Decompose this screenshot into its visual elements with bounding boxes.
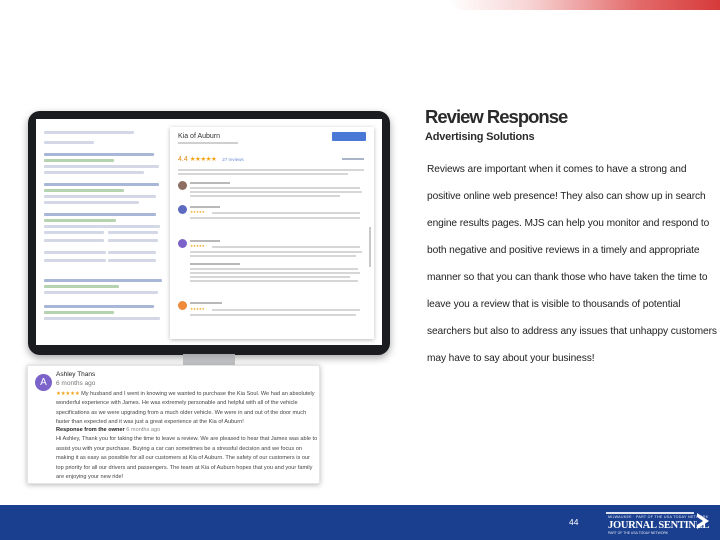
panel-review-line: [190, 251, 362, 253]
panel-scrollbar[interactable]: [369, 227, 371, 267]
panel-avatar: [178, 205, 187, 214]
logo-tagline-top: MILWAUKEE · PART OF THE USA TODAY NETWOR…: [608, 515, 709, 519]
panel-sort-control[interactable]: [342, 158, 364, 160]
panel-reviewer-name: [190, 182, 230, 184]
panel-review-line: [190, 195, 340, 197]
slide-subtitle: Advertising Solutions: [425, 131, 535, 143]
journal-sentinel-logo: MILWAUKEE · PART OF THE USA TODAY NETWOR…: [606, 512, 709, 536]
serp-sitelink: [44, 251, 106, 254]
serp-result-title: [44, 305, 154, 308]
panel-review-line: [190, 191, 362, 193]
panel-review-line: [190, 217, 360, 219]
panel-review-line: [190, 268, 358, 270]
serp-result-snippet: [44, 201, 139, 204]
serp-result-url: [44, 311, 114, 314]
panel-avatar: [178, 301, 187, 310]
logo-wordmark: JOURNAL SENTINEL: [608, 520, 710, 531]
serp-result-title: [44, 213, 156, 216]
reviews-panel: Kia of Auburn 4.4 ★★★★★ 27 reviews ★★★★★…: [170, 127, 374, 339]
review-date: 6 months ago: [56, 380, 96, 387]
panel-rating-value: 4.4: [178, 156, 188, 163]
panel-review-line: [190, 314, 356, 316]
panel-rating-stars: ★★★★★: [189, 156, 217, 163]
write-review-button[interactable]: [332, 132, 366, 141]
panel-review-count[interactable]: 27 reviews: [222, 157, 244, 162]
serp-sitelink: [44, 231, 104, 234]
serp-sitelink: [108, 231, 158, 234]
panel-reviewer-name: [190, 206, 220, 208]
panel-review-line: [178, 173, 348, 175]
serp-result-snippet: [44, 225, 160, 228]
serp-result-title: [44, 153, 154, 156]
panel-review-line: [190, 276, 350, 278]
panel-review-line: [178, 169, 364, 171]
panel-review-stars: ★★★★★: [190, 210, 205, 214]
serp-sitelink: [108, 259, 156, 262]
serp-result-snippet: [44, 291, 158, 294]
panel-address-line: [178, 142, 238, 144]
panel-review-line: [190, 255, 356, 257]
serp-sitelink: [108, 239, 158, 242]
serp-result-url: [44, 285, 119, 288]
panel-rating: 4.4 ★★★★★ 27 reviews: [178, 155, 244, 163]
panel-review-line: [190, 272, 360, 274]
serp-sitelink: [44, 259, 106, 262]
serp-result-snippet: [44, 317, 160, 320]
review-stars: ★★★★★: [56, 391, 80, 397]
panel-business-name: Kia of Auburn: [178, 133, 221, 140]
serp-meta-line: [44, 141, 94, 144]
panel-owner-response-label: [190, 263, 240, 265]
owner-response-date: 6 months ago: [126, 427, 161, 433]
panel-review-line: [212, 246, 360, 248]
panel-review-stars: ★★★★★: [190, 244, 205, 248]
panel-avatar: [178, 181, 187, 190]
monitor-screen: Kia of Auburn 4.4 ★★★★★ 27 reviews ★★★★★…: [36, 119, 382, 345]
owner-response-label: Response from the owner: [56, 427, 125, 433]
review-text: ★★★★★ My husband and I went in knowing w…: [56, 390, 318, 428]
serp-result-snippet: [44, 195, 156, 198]
slide-body-text: Reviews are important when it comes to h…: [427, 164, 717, 364]
logo-tagline-bottom: PART OF THE USA TODAY NETWORK: [608, 531, 669, 535]
panel-review-line: [212, 212, 360, 214]
panel-avatar: [178, 239, 187, 248]
serp-sitelink: [108, 251, 156, 254]
review-body: My husband and I went in knowing we want…: [56, 391, 315, 426]
panel-review-line: [212, 309, 360, 311]
panel-review-line: [190, 187, 360, 189]
serp-result-url: [44, 219, 116, 222]
corner-accent-stripe: [448, 0, 720, 10]
slide-title: Review Response: [425, 106, 568, 127]
review-card: A Ashley Thans 6 months ago ★★★★★ My hus…: [27, 365, 320, 484]
serp-result-title: [44, 183, 159, 186]
serp-result-url: [44, 189, 124, 192]
page-number: 44: [569, 517, 579, 527]
panel-reviewer-name: [190, 240, 220, 242]
panel-review-line: [190, 280, 358, 282]
serp-result-title: [44, 279, 162, 282]
serp-sitelink: [44, 239, 104, 242]
serp-result-snippet: [44, 171, 144, 174]
serp-result-snippet: [44, 165, 159, 168]
serp-result-url: [44, 159, 114, 162]
reviewer-name[interactable]: Ashley Thans: [56, 371, 95, 378]
serp-nav-line: [44, 131, 134, 134]
owner-response-text: Hi Ashley, Thank you for taking the time…: [56, 436, 318, 481]
panel-review-stars: ★★★★★: [190, 307, 205, 311]
owner-response: Response from the owner 6 months ago Hi …: [56, 426, 318, 482]
next-arrow-icon-inner: [697, 517, 703, 525]
reviewer-avatar: A: [35, 374, 52, 391]
panel-reviewer-name: [190, 302, 222, 304]
logo-top-rule: [606, 512, 694, 514]
